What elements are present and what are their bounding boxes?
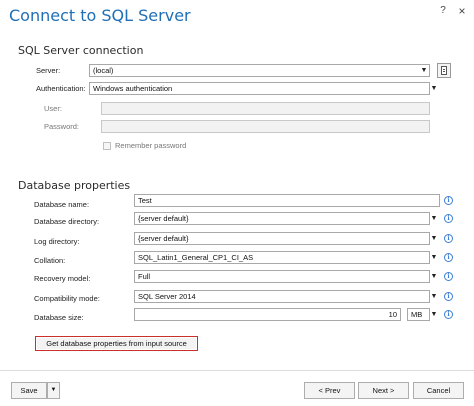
collation-label: Collation: — [34, 256, 66, 265]
remember-password-checkbox[interactable] — [103, 142, 111, 150]
db-size-info-icon[interactable]: i — [444, 310, 453, 319]
server-dropdown-icon[interactable]: ▼ — [419, 64, 429, 77]
user-input[interactable] — [101, 102, 430, 115]
next-button[interactable]: Next > — [358, 382, 409, 399]
remember-password-label: Remember password — [115, 141, 187, 150]
collation-select[interactable]: SQL_Latin1_General_CP1_CI_AS — [134, 251, 430, 264]
cancel-button[interactable]: Cancel — [413, 382, 464, 399]
dialog-title: Connect to SQL Server — [9, 6, 191, 25]
db-directory-label: Database directory: — [34, 217, 100, 226]
save-dropdown-icon[interactable]: ▼ — [47, 382, 60, 399]
log-directory-label: Log directory: — [34, 237, 80, 246]
auth-select[interactable]: Windows authentication — [89, 82, 430, 95]
compatibility-mode-info-icon[interactable]: i — [444, 292, 453, 301]
browse-servers-button[interactable] — [437, 63, 451, 78]
db-directory-input[interactable]: {server default} — [134, 212, 430, 225]
log-directory-input[interactable]: {server default} — [134, 232, 430, 245]
log-directory-info-icon[interactable]: i — [444, 234, 453, 243]
close-icon[interactable]: × — [455, 4, 469, 18]
password-input[interactable] — [101, 120, 430, 133]
collation-info-icon[interactable]: i — [444, 253, 453, 262]
db-name-info-icon[interactable]: i — [444, 196, 453, 205]
server-list-icon — [441, 66, 447, 75]
help-icon[interactable]: ? — [436, 4, 450, 18]
collation-dropdown-icon[interactable]: ▼ — [429, 251, 439, 264]
recovery-model-select[interactable]: Full — [134, 270, 430, 283]
get-database-properties-button[interactable]: Get database properties from input sourc… — [35, 336, 198, 351]
log-directory-dropdown-icon[interactable]: ▼ — [429, 232, 439, 245]
db-directory-info-icon[interactable]: i — [444, 214, 453, 223]
server-label: Server: — [36, 66, 61, 75]
db-size-label: Database size: — [34, 313, 84, 322]
prev-button[interactable]: < Prev — [304, 382, 355, 399]
db-name-input[interactable]: Test — [134, 194, 440, 207]
password-label: Password: — [44, 122, 80, 131]
compatibility-mode-label: Compatibility mode: — [34, 294, 100, 303]
auth-label: Authentication: — [36, 84, 86, 93]
compatibility-mode-dropdown-icon[interactable]: ▼ — [429, 290, 439, 303]
footer-divider — [0, 370, 474, 371]
section-title-connection: SQL Server connection — [18, 44, 144, 57]
recovery-model-label: Recovery model: — [34, 274, 91, 283]
auth-dropdown-icon[interactable]: ▼ — [429, 82, 439, 95]
server-input[interactable]: (local) — [89, 64, 430, 77]
recovery-model-info-icon[interactable]: i — [444, 272, 453, 281]
section-title-database: Database properties — [18, 179, 131, 192]
db-name-label: Database name: — [34, 200, 90, 209]
save-button[interactable]: Save — [11, 382, 47, 399]
recovery-model-dropdown-icon[interactable]: ▼ — [429, 270, 439, 283]
db-directory-dropdown-icon[interactable]: ▼ — [429, 212, 439, 225]
db-size-unit-select[interactable]: MB — [407, 308, 430, 321]
db-size-unit-dropdown-icon[interactable]: ▼ — [429, 308, 439, 321]
compatibility-mode-select[interactable]: SQL Server 2014 — [134, 290, 430, 303]
user-label: User: — [44, 104, 62, 113]
db-size-input[interactable]: 10 — [134, 308, 401, 321]
